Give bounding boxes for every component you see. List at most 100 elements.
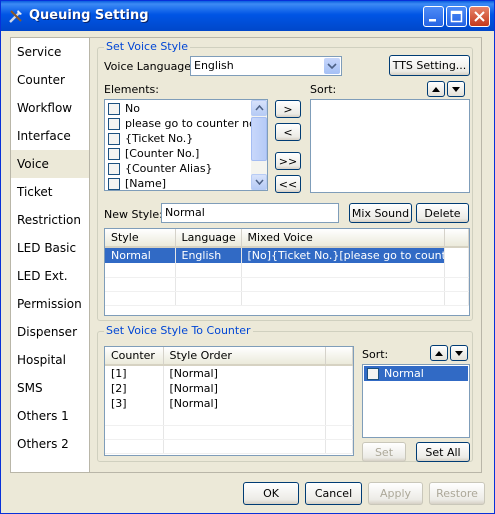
counter-sort-down-button[interactable]: [450, 345, 468, 361]
sort-list[interactable]: [310, 99, 470, 193]
mixed-voice-cell: [No]{Ticket No.}[please go to counte...: [241, 247, 445, 263]
nav-item-others-1[interactable]: Others 1: [11, 402, 89, 430]
nav-item-hospital[interactable]: Hospital: [11, 346, 89, 374]
triangle-down-icon: [452, 87, 460, 92]
element-item[interactable]: [Counter No.]: [105, 146, 267, 161]
apply-button[interactable]: Apply: [368, 482, 423, 505]
nav-item-counter[interactable]: Counter: [11, 66, 89, 94]
minimize-icon: [429, 19, 436, 22]
chevron-up-icon: [255, 105, 264, 111]
counter-sort-list[interactable]: Normal: [362, 364, 470, 438]
voice-settings-panel: Set Voice Style Voice Language: English …: [90, 37, 482, 473]
element-checkbox[interactable]: [108, 178, 120, 190]
restore-button[interactable]: Restore: [429, 482, 485, 505]
triangle-up-icon: [432, 87, 440, 92]
maximize-button[interactable]: [446, 6, 467, 27]
set-button[interactable]: Set: [362, 442, 406, 462]
table-row[interactable]: [3] [Normal]: [105, 396, 353, 411]
empty-row: [105, 439, 353, 454]
elements-scrollbar[interactable]: [251, 100, 267, 190]
new-style-label: New Style:: [104, 208, 163, 221]
nav-item-service[interactable]: Service: [11, 38, 89, 66]
nav-item-dispenser[interactable]: Dispenser: [11, 318, 89, 346]
title-bar[interactable]: Queuing Setting: [1, 1, 494, 31]
elements-label: Elements:: [104, 83, 159, 96]
triangle-down-icon: [455, 351, 463, 356]
column-header-filler: [325, 347, 353, 366]
nav-item-permission[interactable]: Permission: [11, 290, 89, 318]
nav-item-led-basic[interactable]: LED Basic: [11, 234, 89, 262]
cancel-button[interactable]: Cancel: [305, 482, 362, 505]
nav-item-restriction[interactable]: Restriction: [11, 206, 89, 234]
new-style-input[interactable]: Normal: [161, 203, 339, 223]
scroll-down-button[interactable]: [251, 174, 267, 190]
style-order-cell: [Normal]: [163, 381, 326, 396]
style-order-cell: [Normal]: [163, 365, 326, 381]
tts-setting-button[interactable]: TTS Setting...: [389, 55, 470, 76]
elements-items: No please go to counter no {Ticket No.} …: [105, 100, 267, 190]
counter-cell: [3]: [105, 396, 164, 411]
column-header[interactable]: Language: [175, 229, 242, 248]
scroll-thumb[interactable]: [251, 117, 267, 161]
table-row[interactable]: Normal English [No]{Ticket No.}[please g…: [105, 247, 469, 263]
mix-sound-button[interactable]: Mix Sound: [349, 203, 412, 223]
element-checkbox[interactable]: [108, 148, 120, 160]
element-checkbox[interactable]: [108, 133, 120, 145]
voice-style-legend: Set Voice Style: [104, 40, 190, 53]
element-checkbox[interactable]: [108, 118, 120, 130]
element-item[interactable]: No: [105, 101, 267, 116]
sort-up-button[interactable]: [427, 81, 445, 97]
counter-sort-up-button[interactable]: [430, 345, 448, 361]
nav-item-voice[interactable]: Voice: [11, 150, 89, 178]
table-row[interactable]: [1] [Normal]: [105, 365, 353, 381]
counter-style-table[interactable]: Counter Style Order [1] [Normal] [2] [No…: [104, 346, 354, 456]
element-item[interactable]: please go to counter no: [105, 116, 267, 131]
table-row[interactable]: [2] [Normal]: [105, 381, 353, 396]
language-cell: English: [175, 247, 242, 263]
minimize-button[interactable]: [423, 6, 444, 27]
element-item[interactable]: [Name]: [105, 176, 267, 190]
element-checkbox[interactable]: [108, 103, 120, 115]
nav-item-ticket[interactable]: Ticket: [11, 178, 89, 206]
empty-row: [105, 291, 469, 306]
nav-item-interface[interactable]: Interface: [11, 122, 89, 150]
style-cell: Normal: [105, 247, 176, 263]
style-table-header: Style Language Mixed Voice: [105, 229, 469, 248]
style-order-cell: [Normal]: [163, 396, 326, 411]
sort-down-button[interactable]: [447, 81, 465, 97]
set-all-button[interactable]: Set All: [416, 442, 470, 462]
element-item[interactable]: {Ticket No.}: [105, 131, 267, 146]
scroll-up-button[interactable]: [251, 100, 267, 116]
nav-item-led-ext[interactable]: LED Ext.: [11, 262, 89, 290]
remove-all-elements-button[interactable]: <<: [275, 175, 301, 193]
style-table[interactable]: Style Language Mixed Voice Normal Englis…: [104, 228, 470, 316]
close-button[interactable]: [469, 6, 490, 27]
column-header[interactable]: Style: [105, 229, 176, 248]
ok-button[interactable]: OK: [243, 482, 299, 505]
chevron-down-icon: [255, 179, 264, 185]
voice-language-select[interactable]: English: [190, 56, 342, 76]
remove-element-button[interactable]: <: [275, 123, 301, 141]
nav-item-workflow[interactable]: Workflow: [11, 94, 89, 122]
element-item[interactable]: {Counter Alias}: [105, 161, 267, 176]
add-element-button[interactable]: >: [275, 100, 301, 118]
sort-label: Sort:: [310, 83, 337, 96]
column-header[interactable]: Mixed Voice: [241, 229, 445, 248]
counter-sort-label: Sort:: [362, 348, 389, 361]
counter-style-group: Set Voice Style To Counter Counter Style…: [97, 324, 473, 462]
add-all-elements-button[interactable]: >>: [275, 152, 301, 170]
nav-item-sms[interactable]: SMS: [11, 374, 89, 402]
column-header[interactable]: Counter: [105, 347, 164, 366]
chevron-down-icon[interactable]: [324, 58, 340, 74]
sort-list-item[interactable]: Normal: [364, 366, 468, 381]
sort-item-checkbox[interactable]: [367, 368, 379, 380]
element-checkbox[interactable]: [108, 163, 120, 175]
nav-item-others-2[interactable]: Others 2: [11, 430, 89, 458]
triangle-up-icon: [435, 351, 443, 356]
elements-list[interactable]: No please go to counter no {Ticket No.} …: [104, 99, 268, 191]
column-header[interactable]: Style Order: [163, 347, 326, 366]
queuing-setting-window: Queuing Setting Service Counter Workflow…: [0, 0, 495, 514]
empty-row: [105, 411, 353, 426]
delete-button[interactable]: Delete: [416, 203, 469, 223]
maximize-icon: [450, 10, 463, 23]
